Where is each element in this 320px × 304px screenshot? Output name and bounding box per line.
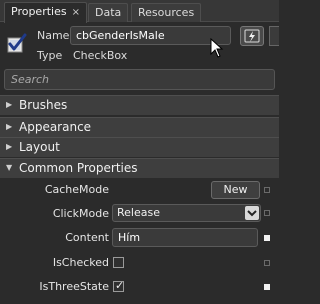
cachemode-new-button[interactable]: New [211, 181, 260, 199]
category-appearance-label: Appearance [19, 120, 92, 134]
ischecked-label: IsChecked [52, 256, 109, 269]
collapse-arrow-icon: ▼ [6, 163, 13, 172]
tab-properties[interactable]: Properties × [4, 2, 87, 23]
expand-arrow-icon: ▶ [6, 122, 13, 131]
events-button[interactable] [240, 26, 264, 46]
isthreestate-advanced-marker[interactable] [264, 284, 270, 290]
content-field[interactable]: Hím [112, 228, 258, 247]
tab-properties-label: Properties [11, 5, 67, 18]
search-box[interactable] [4, 69, 275, 90]
category-brushes[interactable]: ▶ Brushes [0, 95, 279, 115]
expand-arrow-icon: ▶ [6, 100, 13, 109]
cachemode-label: CacheMode [44, 183, 109, 196]
mouse-cursor-icon [210, 38, 224, 58]
panel-tab-strip: Properties × Data Resources [0, 0, 279, 23]
close-icon[interactable]: × [72, 4, 80, 22]
content-label: Content [65, 231, 109, 244]
tab-data-label: Data [95, 6, 122, 19]
category-appearance[interactable]: ▶ Appearance [0, 117, 279, 137]
type-label: Type [37, 49, 63, 62]
clickmode-label: ClickMode [52, 207, 109, 220]
category-layout-label: Layout [19, 140, 60, 154]
clickmode-advanced-marker[interactable] [264, 210, 270, 216]
checkbox-icon [7, 33, 27, 53]
tab-resources-label: Resources [138, 6, 195, 19]
cachemode-advanced-marker[interactable] [264, 187, 270, 193]
clickmode-select[interactable]: Release [112, 204, 261, 222]
chevron-down-icon [245, 206, 259, 220]
tab-resources[interactable]: Resources [131, 3, 202, 22]
isthreestate-checkbox[interactable]: ✓ [113, 279, 125, 292]
panel-edge-button[interactable] [269, 26, 279, 46]
category-common-properties-label: Common Properties [19, 161, 138, 175]
name-field[interactable]: cbGenderIsMale [70, 26, 231, 45]
expand-arrow-icon: ▶ [6, 142, 13, 151]
lightning-icon [244, 29, 260, 43]
clickmode-value: Release [117, 206, 160, 219]
isthreestate-label: IsThreeState [39, 280, 109, 293]
content-advanced-marker[interactable] [264, 235, 270, 241]
checkmark-icon: ✓ [115, 279, 125, 292]
name-label: Name [37, 29, 70, 42]
category-layout[interactable]: ▶ Layout [0, 137, 279, 157]
category-common-properties[interactable]: ▼ Common Properties [0, 158, 279, 178]
tab-data[interactable]: Data [88, 3, 129, 22]
ischecked-checkbox[interactable] [113, 257, 124, 268]
type-value: CheckBox [73, 49, 128, 62]
category-brushes-label: Brushes [19, 98, 68, 112]
ischecked-advanced-marker[interactable] [264, 260, 270, 266]
search-input[interactable] [5, 70, 274, 89]
object-header: Name cbGenderIsMale Type CheckBox [0, 23, 279, 67]
